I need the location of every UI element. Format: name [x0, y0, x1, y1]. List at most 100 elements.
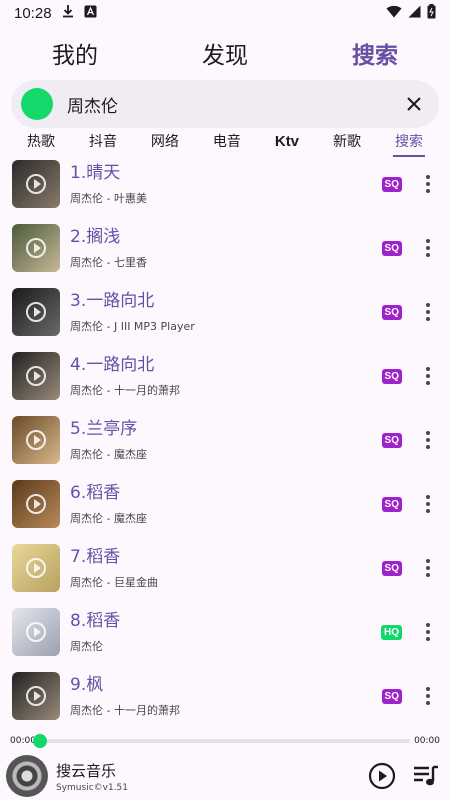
song-info: 5.兰亭序 周杰伦 - 魔杰座	[70, 418, 382, 462]
more-options-button[interactable]	[418, 236, 438, 260]
more-options-button[interactable]	[418, 620, 438, 644]
song-info: 3.一路向北 周杰伦 - J III MP3 Player	[70, 290, 382, 334]
category-electronic[interactable]: 电音	[207, 129, 247, 153]
category-new[interactable]: 新歌	[327, 129, 367, 153]
song-info: 4.一路向北 周杰伦 - 十一月的萧邦	[70, 354, 382, 398]
playlist-icon	[414, 765, 438, 786]
top-tab-bar: 我的 发现 搜索	[0, 30, 450, 76]
album-cover	[12, 352, 60, 400]
status-time: 10:28	[14, 4, 52, 22]
close-icon	[407, 97, 421, 111]
album-cover	[12, 288, 60, 336]
song-info: 2.搁浅 周杰伦 - 七里香	[70, 226, 382, 270]
more-vertical-icon	[426, 687, 430, 691]
song-subtitle: 周杰伦 - 十一月的萧邦	[70, 704, 180, 717]
song-row[interactable]: 8.稻香 周杰伦 HQ	[0, 600, 450, 664]
category-tab-bar: 热歌 抖音 网络 电音 Ktv 新歌 搜索	[0, 128, 450, 157]
now-playing-title: 搜云音乐	[56, 761, 117, 780]
more-options-button[interactable]	[418, 492, 438, 516]
clear-search-button[interactable]	[399, 89, 429, 119]
more-vertical-icon	[426, 175, 430, 179]
tab-discover[interactable]: 发现	[155, 36, 295, 70]
app-notification-icon	[84, 5, 97, 22]
play-icon	[26, 686, 46, 706]
song-subtitle: 周杰伦	[70, 640, 103, 653]
more-vertical-icon	[426, 303, 430, 307]
now-playing-art[interactable]	[6, 755, 48, 797]
more-vertical-icon	[426, 623, 430, 627]
more-options-button[interactable]	[418, 428, 438, 452]
song-info: 9.枫 周杰伦 - 十一月的萧邦	[70, 674, 382, 718]
more-vertical-icon	[426, 367, 430, 371]
quality-badge: SQ	[381, 688, 402, 704]
song-row[interactable]: 2.搁浅 周杰伦 - 七里香 SQ	[0, 216, 450, 280]
quality-badge: SQ	[381, 368, 402, 384]
song-subtitle: 周杰伦 - 七里香	[70, 256, 147, 269]
seek-thumb[interactable]	[32, 734, 47, 748]
song-info: 8.稻香 周杰伦	[70, 610, 381, 654]
song-info: 6.稻香 周杰伦 - 魔杰座	[70, 482, 382, 526]
song-subtitle: 周杰伦 - 十一月的萧邦	[70, 384, 180, 397]
song-row[interactable]: 4.一路向北 周杰伦 - 十一月的萧邦 SQ	[0, 344, 450, 408]
category-ktv[interactable]: Ktv	[269, 131, 305, 152]
total-time: 00:00	[414, 736, 440, 746]
category-hot[interactable]: 热歌	[21, 129, 61, 153]
play-icon	[26, 366, 46, 386]
quality-badge: SQ	[381, 432, 402, 448]
quality-badge: HQ	[381, 624, 402, 640]
song-row[interactable]: 7.稻香 周杰伦 - 巨星金曲 SQ	[0, 536, 450, 600]
more-options-button[interactable]	[418, 556, 438, 580]
wifi-icon	[386, 5, 402, 22]
play-icon	[26, 174, 46, 194]
play-icon	[26, 622, 46, 642]
more-options-button[interactable]	[418, 364, 438, 388]
battery-icon	[427, 3, 436, 23]
search-input[interactable]	[67, 94, 399, 114]
song-row[interactable]: 1.晴天 周杰伦 - 叶惠美 SQ	[0, 152, 450, 216]
song-title: 3.一路向北	[70, 291, 155, 311]
song-row[interactable]: 5.兰亭序 周杰伦 - 魔杰座 SQ	[0, 408, 450, 472]
song-info: 1.晴天 周杰伦 - 叶惠美	[70, 162, 382, 206]
song-title: 2.搁浅	[70, 227, 121, 247]
category-search[interactable]: 搜索	[389, 129, 429, 157]
more-options-button[interactable]	[418, 172, 438, 196]
album-cover	[12, 608, 60, 656]
search-avatar[interactable]	[21, 88, 53, 120]
play-circle-icon	[368, 762, 396, 790]
tab-search[interactable]: 搜索	[305, 36, 445, 70]
song-subtitle: 周杰伦 - 巨星金曲	[70, 576, 158, 589]
seek-bar[interactable]	[32, 734, 411, 748]
mini-player[interactable]: 搜云音乐 Symusic©v1.51	[0, 752, 450, 800]
song-subtitle: 周杰伦 - J III MP3 Player	[70, 320, 195, 333]
more-options-button[interactable]	[418, 300, 438, 324]
song-subtitle: 周杰伦 - 魔杰座	[70, 512, 147, 525]
more-options-button[interactable]	[418, 684, 438, 708]
quality-badge: SQ	[381, 176, 402, 192]
album-cover	[12, 672, 60, 720]
playlist-button[interactable]	[408, 758, 444, 794]
song-subtitle: 周杰伦 - 叶惠美	[70, 192, 147, 205]
song-title: 9.枫	[70, 675, 104, 695]
song-row[interactable]: 9.枫 周杰伦 - 十一月的萧邦 SQ	[0, 664, 450, 728]
more-vertical-icon	[426, 239, 430, 243]
album-cover	[12, 544, 60, 592]
more-vertical-icon	[426, 559, 430, 563]
play-button[interactable]	[364, 758, 400, 794]
album-cover	[12, 224, 60, 272]
song-title: 7.稻香	[70, 547, 121, 567]
quality-badge: SQ	[381, 560, 402, 576]
signal-icon	[408, 5, 421, 22]
song-title: 1.晴天	[70, 163, 121, 183]
quality-badge: SQ	[381, 240, 402, 256]
tab-mine[interactable]: 我的	[5, 36, 145, 70]
song-title: 4.一路向北	[70, 355, 155, 375]
quality-badge: SQ	[381, 496, 402, 512]
now-playing-subtitle: Symusic©v1.51	[56, 782, 129, 793]
song-row[interactable]: 6.稻香 周杰伦 - 魔杰座 SQ	[0, 472, 450, 536]
album-cover	[12, 480, 60, 528]
category-douyin[interactable]: 抖音	[83, 129, 123, 153]
play-icon	[26, 494, 46, 514]
song-row[interactable]: 3.一路向北 周杰伦 - J III MP3 Player SQ	[0, 280, 450, 344]
download-icon	[62, 4, 74, 22]
category-network[interactable]: 网络	[145, 129, 185, 153]
